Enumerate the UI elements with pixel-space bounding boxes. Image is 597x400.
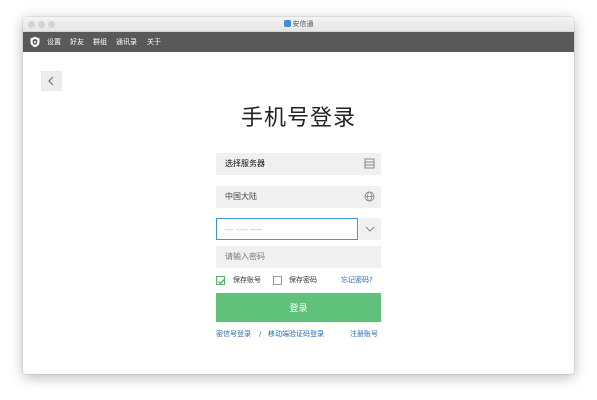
menu-item-settings[interactable]: 设置: [47, 32, 61, 52]
page-title: 手机号登录: [240, 106, 356, 131]
login-button[interactable]: 登录: [216, 293, 381, 322]
shield-logo-icon: [30, 36, 40, 48]
app-window: 安信通 设置 好友 群组 通讯录 关于 手机号登录 选择服务器 中国大陆 ---…: [23, 17, 574, 374]
save-password-checkbox[interactable]: [273, 276, 282, 285]
chevron-down-icon: [365, 226, 375, 232]
menu-item-friends[interactable]: 好友: [70, 32, 84, 52]
globe-icon: [364, 191, 375, 202]
window-title: 安信通: [23, 18, 574, 30]
menu-item-contacts[interactable]: 通讯录: [116, 32, 137, 52]
back-button[interactable]: [41, 71, 62, 91]
forgot-password-link[interactable]: 忘记密码?: [341, 273, 373, 287]
server-select-label: 选择服务器: [225, 159, 265, 168]
checkmark-icon: [218, 278, 226, 285]
sms-code-login-link[interactable]: 移动端验证码登录: [268, 327, 324, 341]
menu-item-groups[interactable]: 群组: [93, 32, 107, 52]
password-login-link[interactable]: 密信号登录: [216, 327, 251, 341]
app-icon: [283, 20, 291, 27]
region-select-label: 中国大陆: [225, 192, 257, 201]
save-account-label: 保存账号: [233, 276, 261, 284]
footer-separator: /: [259, 330, 262, 338]
region-select[interactable]: 中国大陆: [216, 186, 381, 208]
save-password-label: 保存密码: [289, 276, 317, 284]
save-account-checkbox[interactable]: [216, 276, 226, 285]
chevron-left-icon: [48, 76, 54, 86]
window-title-text: 安信通: [292, 20, 314, 28]
register-link[interactable]: 注册账号: [350, 327, 378, 341]
password-input[interactable]: 请输入密码: [216, 246, 381, 268]
phone-number-input[interactable]: [216, 218, 358, 240]
password-placeholder: 请输入密码: [225, 252, 265, 261]
menu-item-about[interactable]: 关于: [147, 32, 161, 52]
country-code-dropdown[interactable]: [359, 218, 381, 240]
server-select[interactable]: 选择服务器: [216, 153, 381, 175]
menu-bar: 设置 好友 群组 通讯录 关于: [23, 32, 574, 52]
server-icon: [364, 158, 375, 169]
title-bar: 安信通: [23, 17, 574, 32]
